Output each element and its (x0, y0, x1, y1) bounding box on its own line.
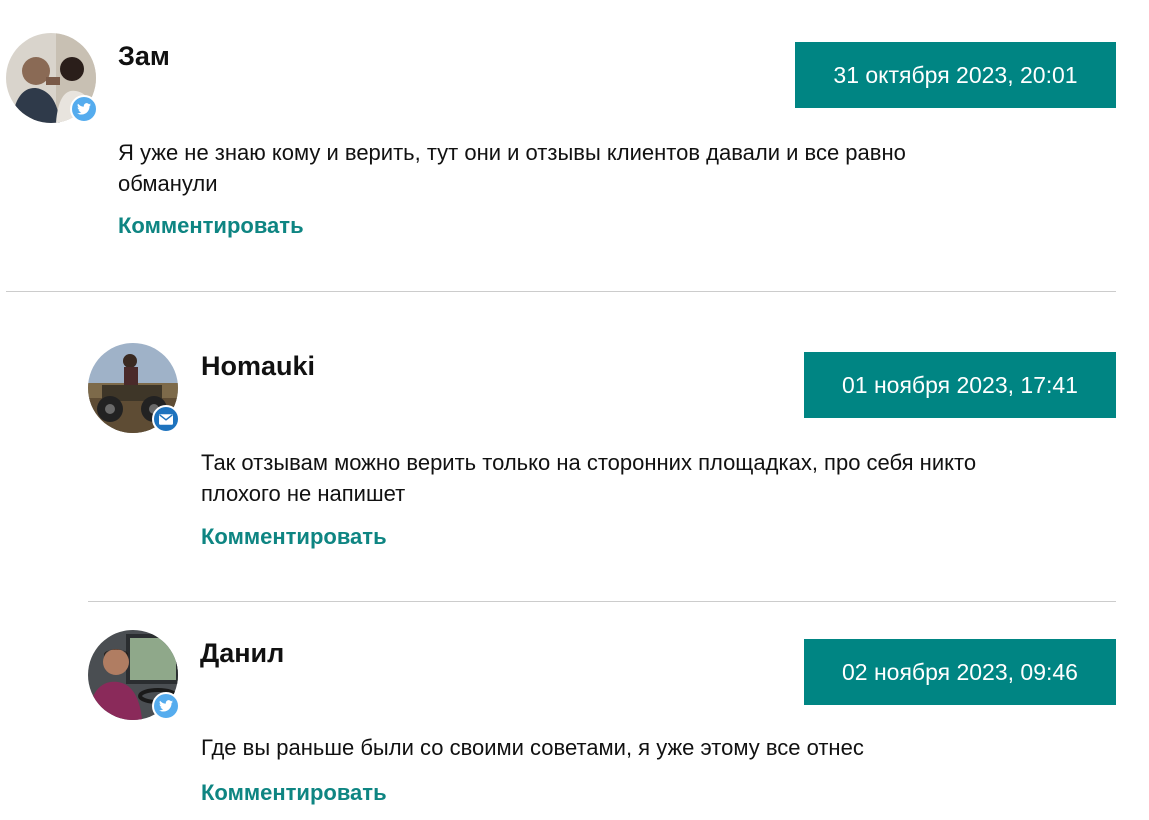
comment-item: Данил 02 ноября 2023, 09:46 Где вы раньш… (88, 602, 1116, 820)
comment-date: 02 ноября 2023, 09:46 (804, 639, 1116, 705)
comment-author: Homauki (201, 351, 316, 381)
comment-item: Homauki 01 ноября 2023, 17:41 Так отзыва… (88, 292, 1116, 602)
avatar[interactable] (6, 33, 98, 123)
reply-link[interactable]: Комментировать (118, 212, 304, 240)
avatar[interactable] (88, 630, 180, 720)
comment-text: Так отзывам можно верить только на сторо… (201, 450, 977, 506)
comment-text: Где вы раньше были со своими советами, я… (201, 735, 864, 760)
comment-date: 31 октября 2023, 20:01 (795, 42, 1116, 108)
reply-link[interactable]: Комментировать (201, 779, 387, 807)
comment-author: Зам (118, 41, 170, 71)
mail-icon (152, 405, 180, 433)
comment-date: 01 ноября 2023, 17:41 (804, 352, 1116, 418)
comment-item: Зам 31 октября 2023, 20:01 Я уже не знаю… (6, 0, 1116, 292)
twitter-icon (152, 692, 180, 720)
twitter-icon (70, 95, 98, 123)
reply-link[interactable]: Комментировать (201, 523, 387, 551)
comments-list: Зам 31 октября 2023, 20:01 Я уже не знаю… (0, 0, 1149, 820)
avatar[interactable] (88, 343, 180, 433)
comment-author: Данил (200, 638, 285, 668)
comment-text: Я уже не знаю кому и верить, тут они и о… (118, 140, 906, 196)
